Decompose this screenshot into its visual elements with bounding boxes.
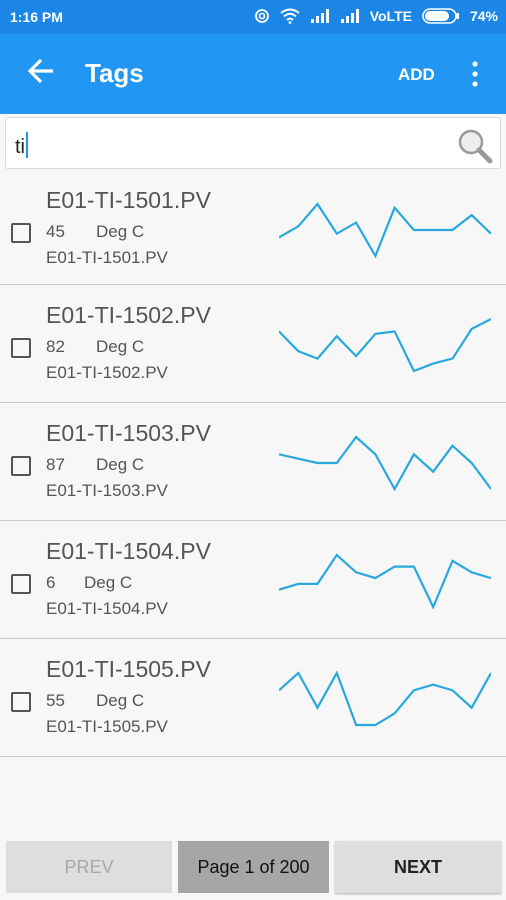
- battery-icon: [422, 8, 459, 24]
- network-type: VoLTE: [369, 8, 412, 24]
- sparkline-line: [279, 318, 491, 373]
- sparkline-chart: [279, 553, 491, 610]
- list-item[interactable]: E01-TI-1503.PV 87 Deg C E01-TI-1503.PV: [0, 403, 506, 521]
- search-bar: ti: [5, 117, 501, 169]
- tag-subtitle: E01-TI-1501.PV: [46, 248, 168, 267]
- sparkline-line: [279, 553, 491, 610]
- battery-level: 74%: [469, 8, 498, 24]
- page-indicator: Page 1 of 200: [178, 841, 329, 893]
- prev-page-button[interactable]: PREV: [6, 841, 172, 893]
- list-item[interactable]: E01-TI-1505.PV 55 Deg C E01-TI-1505.PV: [0, 639, 506, 757]
- next-page-button[interactable]: NEXT: [335, 841, 501, 893]
- tag-title: E01-TI-1505.PV: [46, 656, 211, 682]
- at-sign-icon: [254, 9, 269, 23]
- wifi-icon: [280, 8, 300, 24]
- list-item[interactable]: E01-TI-1501.PV 45 Deg C E01-TI-1501.PV: [0, 170, 506, 285]
- signal-icon: [310, 9, 329, 23]
- select-checkbox[interactable]: [11, 574, 31, 594]
- list-item[interactable]: E01-TI-1504.PV 6 Deg C E01-TI-1504.PV: [0, 521, 506, 639]
- tag-title: E01-TI-1504.PV: [46, 538, 211, 564]
- tag-value: 45: [46, 222, 65, 241]
- tag-subtitle: E01-TI-1503.PV: [46, 481, 168, 500]
- list-item[interactable]: E01-TI-1502.PV 82 Deg C E01-TI-1502.PV: [0, 285, 506, 403]
- tag-title: E01-TI-1503.PV: [46, 420, 211, 446]
- back-arrow-icon[interactable]: [26, 56, 56, 86]
- sparkline-chart: [279, 670, 491, 727]
- page-title: Tags: [85, 58, 144, 88]
- status-bar: 1:16 PM VoLTE 74%: [0, 0, 506, 34]
- tag-value: 82: [46, 337, 65, 356]
- select-checkbox[interactable]: [11, 338, 31, 358]
- status-time: 1:16 PM: [10, 9, 63, 25]
- select-checkbox[interactable]: [11, 223, 31, 243]
- tag-title: E01-TI-1502.PV: [46, 302, 211, 328]
- select-checkbox[interactable]: [11, 692, 31, 712]
- app-bar: Tags ADD: [0, 34, 506, 114]
- tag-unit: Deg C: [96, 222, 145, 241]
- status-icons: VoLTE 74%: [254, 8, 498, 24]
- sparkline-line: [279, 202, 491, 259]
- tag-title: E01-TI-1501.PV: [46, 187, 211, 213]
- search-icon[interactable]: [456, 127, 494, 165]
- signal-icon-2: [340, 9, 359, 23]
- tag-subtitle: E01-TI-1502.PV: [46, 363, 168, 382]
- text-cursor: [26, 132, 28, 158]
- sparkline-line: [279, 670, 491, 727]
- tag-value: 6: [46, 573, 56, 592]
- tag-unit: Deg C: [96, 337, 145, 356]
- tag-subtitle: E01-TI-1504.PV: [46, 599, 168, 618]
- tag-list: E01-TI-1501.PV 45 Deg C E01-TI-1501.PV E…: [0, 170, 506, 757]
- tag-subtitle: E01-TI-1505.PV: [46, 717, 168, 736]
- add-button[interactable]: ADD: [398, 65, 435, 85]
- sparkline-line: [279, 435, 491, 492]
- tag-value: 87: [46, 455, 65, 474]
- more-options-icon[interactable]: [468, 61, 482, 87]
- sparkline-chart: [279, 318, 491, 373]
- sparkline-chart: [279, 435, 491, 492]
- search-input-value: ti: [15, 136, 25, 158]
- tag-unit: Deg C: [84, 573, 133, 592]
- search-input[interactable]: ti: [15, 132, 28, 159]
- tag-unit: Deg C: [96, 455, 145, 474]
- tag-value: 55: [46, 691, 65, 710]
- sparkline-chart: [279, 202, 491, 259]
- tag-unit: Deg C: [96, 691, 145, 710]
- select-checkbox[interactable]: [11, 456, 31, 476]
